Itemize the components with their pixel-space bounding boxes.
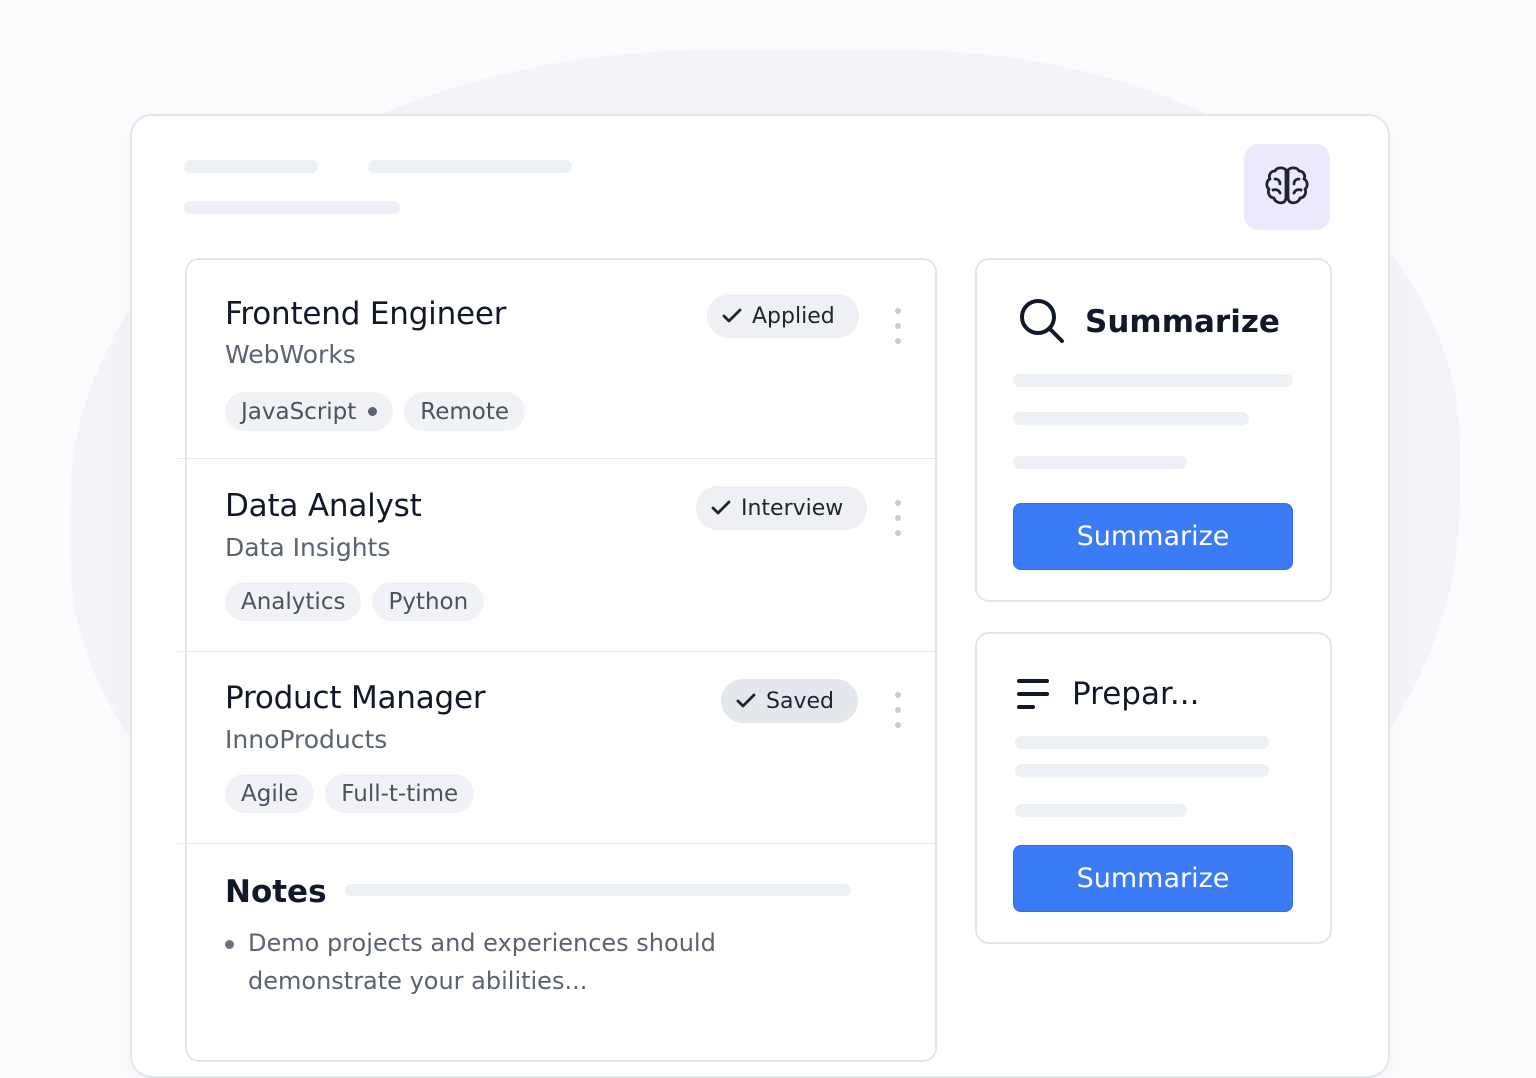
tag: Python <box>372 582 485 621</box>
job-company: Data Insights <box>225 533 391 562</box>
status-badge[interactable]: Saved <box>721 679 858 723</box>
card-skeleton-line <box>1013 456 1187 469</box>
summarize-card: Summarize Summarize <box>975 258 1332 602</box>
ai-assistant-button[interactable] <box>1244 144 1330 230</box>
notes-skeleton-line <box>345 884 851 896</box>
tag-list: Agile Full-t-time <box>225 774 475 813</box>
card-skeleton-line <box>1015 804 1187 817</box>
menu-lines-icon <box>1017 679 1049 709</box>
tag-label: Python <box>388 588 469 615</box>
job-item[interactable]: Data Analyst Data Insights Interview Ana… <box>187 459 935 651</box>
check-icon <box>736 693 756 708</box>
job-title: Frontend Engineer <box>225 296 507 332</box>
status-badge[interactable]: Applied <box>707 294 859 338</box>
check-icon <box>722 308 742 323</box>
tag: Full-t-time <box>325 774 475 813</box>
status-badge[interactable]: Interview <box>696 486 868 530</box>
status-label: Interview <box>741 495 844 521</box>
tag-label: Remote <box>420 398 510 425</box>
brain-icon <box>1265 166 1309 205</box>
divider <box>177 843 935 844</box>
card-skeleton-line <box>1015 736 1269 749</box>
status-label: Applied <box>752 303 835 329</box>
header-skeleton-line <box>368 160 572 173</box>
check-icon <box>711 500 731 515</box>
job-company: InnoProducts <box>225 725 388 754</box>
summarize-button[interactable]: Summarize <box>1013 503 1293 570</box>
tag-label: Agile <box>241 780 299 807</box>
tag-list: Analytics Python <box>225 582 485 621</box>
tag: Remote <box>404 392 526 431</box>
notes-text: Demo projects and experiences should dem… <box>248 929 716 995</box>
more-options-icon[interactable] <box>888 500 908 536</box>
job-title: Data Analyst <box>225 488 422 524</box>
summarize-card-title: Summarize <box>1085 304 1280 340</box>
more-options-icon[interactable] <box>888 308 908 344</box>
prepare-card-title: Prepar... <box>1072 676 1200 712</box>
header-skeleton-line <box>184 160 318 173</box>
status-label: Saved <box>766 688 834 714</box>
prepare-card: Prepar... Summarize <box>975 632 1332 944</box>
job-item[interactable]: Product Manager InnoProducts Saved Agile… <box>187 652 935 843</box>
tag-label: Analytics <box>241 588 346 615</box>
bullet-icon <box>225 940 234 949</box>
notes-title: Notes <box>225 874 327 910</box>
header-skeleton-line <box>184 201 400 214</box>
job-item[interactable]: Frontend Engineer WebWorks Applied JavaS… <box>187 260 935 458</box>
card-skeleton-line <box>1013 374 1293 387</box>
job-company: WebWorks <box>225 340 356 369</box>
tag-label: Full-t-time <box>341 780 459 807</box>
job-list-card: Frontend Engineer WebWorks Applied JavaS… <box>177 258 937 1062</box>
prepare-summarize-button[interactable]: Summarize <box>1013 845 1293 912</box>
job-title: Product Manager <box>225 680 486 716</box>
dot-icon <box>368 407 378 416</box>
card-skeleton-line <box>1013 412 1249 425</box>
tag-label: JavaScript <box>241 398 357 425</box>
card-skeleton-line <box>1015 764 1269 777</box>
tag: JavaScript <box>225 392 394 431</box>
more-options-icon[interactable] <box>888 692 908 728</box>
search-icon <box>1020 299 1064 343</box>
tag-list: JavaScript Remote <box>225 392 526 431</box>
tag: Agile <box>225 774 315 813</box>
notes-list-item: Demo projects and experiences should dem… <box>225 924 745 1000</box>
tag: Analytics <box>225 582 362 621</box>
